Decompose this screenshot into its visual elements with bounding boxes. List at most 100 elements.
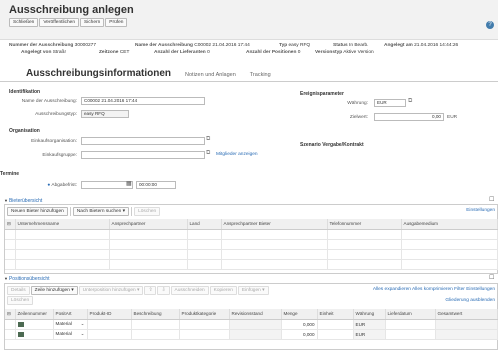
meta-nr-label: Nummer der Ausschreibung: [9, 43, 74, 48]
close-button[interactable]: Schließen: [9, 18, 39, 27]
main-toolbar: Schließen Veröffentlichen Sichern Prüfen: [9, 18, 492, 27]
item-type-cell[interactable]: Material ⌄: [53, 319, 88, 330]
deadline-time-input[interactable]: 00:00:00: [136, 181, 176, 189]
table-row[interactable]: Material ⌄ 0,000 EUR: [5, 319, 498, 330]
meta-suppliers-value: 0: [207, 50, 210, 55]
collapse-all-link[interactable]: Alles komprimieren: [412, 287, 453, 292]
table-row[interactable]: [5, 249, 498, 260]
copy-button[interactable]: Kopieren: [209, 286, 237, 295]
show-members-link[interactable]: Mitglieder anzeigen: [216, 152, 258, 157]
type-field: easy RFQ: [81, 110, 129, 118]
col-country: Land: [187, 219, 222, 230]
meta-created-by-label: Angelegt von: [21, 50, 52, 55]
tab-info[interactable]: Ausschreibungsinformationen: [26, 68, 171, 80]
add-line-button[interactable]: Zeile hinzufügen ▾: [30, 286, 78, 295]
calendar-icon[interactable]: ▦: [126, 180, 132, 187]
collapse-arrow-icon: ▼: [4, 276, 8, 281]
section-identification: Identifikation: [9, 89, 41, 95]
hide-structure-link[interactable]: Gliederung ausblenden: [445, 298, 495, 303]
expand-panel-icon[interactable]: ☐: [489, 196, 494, 203]
bidder-panel: Neuen Bieter hinzufügen Nach Bietern suc…: [4, 204, 498, 274]
position-table: ⊟ Zeilennummer PositArt Produkt-ID Besch…: [5, 309, 498, 340]
meta-version-type-label: Versionstyp: [315, 50, 343, 55]
tab-strip: Ausschreibungsinformationen Notizen und …: [26, 64, 271, 80]
name-input[interactable]: C00002 21.04.2016 17:44: [81, 97, 205, 105]
position-settings-link[interactable]: Einstellungen: [466, 287, 495, 292]
copy-icon[interactable]: ⧉: [206, 136, 210, 143]
expand-all-link[interactable]: Alles expandieren: [373, 287, 411, 292]
table-row[interactable]: [5, 239, 498, 250]
table-header-row: ⊟ Unternehmensname Ansprechpartner Land …: [5, 219, 498, 230]
select-all-cell[interactable]: ⊟: [5, 309, 16, 320]
purch-org-label: Einkaufsorganisation:: [31, 139, 77, 144]
col-item-type: PositArt: [53, 309, 88, 320]
meta-nr-value: 30000277: [74, 43, 97, 48]
currency-label: Währung:: [347, 101, 368, 106]
bidder-settings-link[interactable]: Einstellungen: [466, 208, 495, 213]
toolbar-separator: [131, 207, 133, 216]
tab-notes[interactable]: Notizen und Anlagen: [185, 72, 236, 80]
col-currency: Währung: [353, 309, 386, 320]
move-up-button[interactable]: ⇧: [144, 286, 157, 295]
paste-button[interactable]: Einfügen ▾: [237, 286, 269, 295]
chevron-down-icon[interactable]: ⌄: [81, 321, 85, 327]
material-item-icon: [17, 321, 24, 327]
currency-input[interactable]: EUR: [374, 99, 406, 107]
row-select[interactable]: [5, 319, 16, 330]
details-button[interactable]: Details: [7, 286, 30, 295]
currency-cell[interactable]: EUR: [353, 319, 386, 330]
item-type-cell[interactable]: Material ⌄: [53, 329, 88, 340]
chevron-down-icon[interactable]: ⌄: [81, 331, 85, 337]
delete-bidder-button[interactable]: Löschen: [134, 207, 161, 216]
position-overview-title[interactable]: ▼Positionsübersicht: [4, 276, 50, 282]
search-bidders-button[interactable]: Nach Bietern suchen ▾: [72, 207, 130, 216]
meta-created-by-value: Straßr: [52, 50, 67, 55]
select-all-cell[interactable]: ⊟: [5, 219, 16, 230]
add-subitem-button[interactable]: Unterposition hinzufügen ▾: [78, 286, 144, 295]
publish-button[interactable]: Veröffentlichen: [39, 18, 79, 27]
toolbar-separator: [69, 207, 71, 216]
delete-position-button[interactable]: Löschen: [7, 296, 34, 305]
col-company-name: Unternehmensname: [15, 219, 110, 230]
purch-org-input[interactable]: [81, 137, 205, 145]
add-bidder-button[interactable]: Neuen Bieter hinzufügen: [7, 207, 68, 216]
cut-button[interactable]: Ausschneiden: [170, 286, 209, 295]
save-button[interactable]: Sichern: [80, 18, 105, 27]
meta-created-on-label: Angelegt am: [384, 43, 413, 48]
row-number-cell: [15, 319, 54, 330]
row-number-cell: [15, 329, 54, 340]
purch-group-input[interactable]: [81, 151, 205, 159]
currency-cell[interactable]: EUR: [353, 329, 386, 340]
col-line-number: Zeilennummer: [15, 309, 54, 320]
required-marker: ●: [47, 183, 51, 188]
help-icon[interactable]: ?: [486, 21, 494, 29]
meta-timezone-label: Zeitzone: [99, 50, 119, 55]
collapse-arrow-icon: ▼: [4, 198, 8, 203]
col-description: Beschreibung: [131, 309, 180, 320]
col-revision: Revisionsstand: [229, 309, 282, 320]
purch-group-label: Einkaufsgruppe:: [42, 153, 77, 158]
name-label: Name der Ausschreibung:: [21, 99, 77, 104]
material-item-icon: [17, 331, 24, 337]
meta-timezone-value: CET: [119, 50, 130, 55]
table-row[interactable]: [5, 229, 498, 240]
tab-tracking[interactable]: Tracking: [250, 72, 271, 80]
header-metadata: Nummer der Ausschreibung 30000277 Name d…: [9, 43, 494, 61]
check-button[interactable]: Prüfen: [105, 18, 128, 27]
quantity-cell[interactable]: 0,000: [281, 329, 318, 340]
section-event-params: Ereignisparameter: [300, 91, 344, 97]
section-organisation: Organisation: [9, 128, 40, 134]
table-row[interactable]: [5, 259, 498, 270]
move-down-button[interactable]: ⇩: [157, 286, 170, 295]
col-contact: Ansprechpartner: [109, 219, 188, 230]
col-delivery-date: Lieferdatum: [385, 309, 436, 320]
copy-icon[interactable]: ⧉: [206, 150, 210, 157]
copy-icon[interactable]: ⧉: [408, 98, 412, 105]
table-row[interactable]: Material ⌄ 0,000 EUR: [5, 329, 498, 340]
position-toolbar: Details Zeile hinzufügen ▾ Unterposition…: [7, 286, 269, 295]
row-select[interactable]: [5, 329, 16, 340]
filter-link[interactable]: Filter: [454, 287, 465, 292]
quantity-cell[interactable]: 0,000: [281, 319, 318, 330]
target-value-input[interactable]: 0,00: [374, 113, 444, 121]
expand-panel-icon[interactable]: ☐: [489, 274, 494, 281]
